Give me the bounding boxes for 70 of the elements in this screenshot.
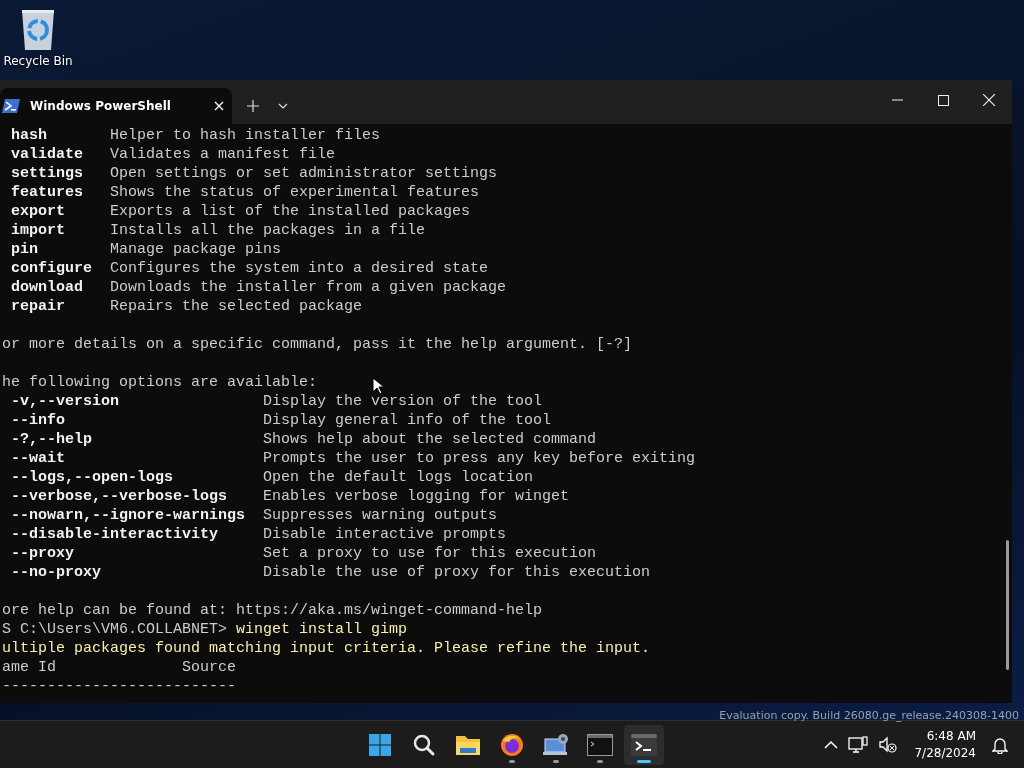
maximize-icon <box>937 94 949 106</box>
terminal-tab[interactable]: Windows PowerShell <box>0 88 232 124</box>
command-name: import <box>11 221 66 240</box>
command-name: features <box>11 183 84 202</box>
close-icon[interactable] <box>214 101 224 111</box>
command-name: pin <box>11 240 39 259</box>
command-description: Manage package pins <box>110 241 282 258</box>
plus-icon <box>247 100 259 112</box>
option-name: --info <box>11 411 66 430</box>
option-name: --wait <box>11 449 66 468</box>
command-description: Shows the status of experimental features <box>110 184 480 201</box>
command-description: Validates a manifest file <box>110 146 336 163</box>
command-name: settings <box>11 164 84 183</box>
taskbar-app-button[interactable] <box>624 724 664 765</box>
option-name: --no-proxy <box>11 563 102 582</box>
minimize-icon <box>891 99 903 101</box>
table-rule: -------------------------- <box>2 678 237 695</box>
chevron-down-icon <box>278 103 288 109</box>
mouse-cursor-icon <box>372 377 384 395</box>
prompt-path: S C:\Users\VM6.COLLABNET> <box>2 621 228 638</box>
option-name: --nowarn,--ignore-warnings <box>11 506 247 525</box>
command-description: Repairs the selected package <box>110 298 363 315</box>
option-name: -?,--help <box>11 430 93 449</box>
command-description: Downloads the installer from a given package <box>110 279 507 296</box>
table-header: ame Id Source <box>2 659 237 676</box>
option-description: Suppresses warning outputs <box>263 507 498 524</box>
scrollbar-thumb[interactable] <box>1005 540 1009 670</box>
command-name: configure <box>11 259 93 278</box>
option-description: Set a proxy to use for this execution <box>263 545 597 562</box>
option-description: Display the version of the tool <box>263 393 543 410</box>
browser-icon <box>500 732 524 757</box>
help-note: or more details on a specific command, pass it the help argument. [-?] <box>2 336 633 353</box>
option-description: Enables verbose logging for winget <box>263 488 570 505</box>
command-name: download <box>11 278 84 297</box>
options-heading: he following options are available: <box>2 374 318 391</box>
clock[interactable]: 6:48 AM 7/28/2024 <box>912 725 978 764</box>
option-name: -v,--version <box>11 392 121 411</box>
option-description: Open the default logs location <box>263 469 534 486</box>
command-description: Helper to hash installer files <box>110 127 381 144</box>
command-description: Open settings or set administrator settings <box>110 165 498 182</box>
help-link-line: ore help can be found at: https://aka.ms/winget-command-help <box>2 602 543 619</box>
command-description: Exports a list of the installed packages <box>110 203 471 220</box>
powershell-icon <box>2 99 20 113</box>
network-icon[interactable] <box>846 733 871 756</box>
command-description: Configures the system into a desired state <box>110 260 489 277</box>
typed-command: winget install gimp <box>236 621 408 638</box>
close-icon <box>983 94 995 106</box>
recycle-bin-icon[interactable] <box>19 8 57 50</box>
command-name: export <box>11 202 66 221</box>
command-name: validate <box>11 145 84 164</box>
option-name: --disable-interactivity <box>11 525 220 544</box>
command-name: hash <box>11 126 48 145</box>
option-description: Display general info of the tool <box>263 412 552 429</box>
desktop-icon-label[interactable]: Recycle Bin <box>3 54 73 68</box>
control-panel-icon <box>543 732 569 757</box>
option-name: --logs,--open-logs <box>11 468 175 487</box>
search-icon <box>412 732 436 757</box>
windows-logo-icon <box>368 732 392 757</box>
terminal-icon <box>631 733 657 756</box>
option-name: --verbose,--verbose-logs <box>11 487 229 506</box>
option-name: --proxy <box>11 544 75 563</box>
warning-message: ultiple packages found matching input criteria. Please refine the input. <box>2 640 651 657</box>
option-description: Disable interactive prompts <box>263 526 507 543</box>
option-description: Prompts the user to press any key before exiting <box>263 450 696 467</box>
evaluation-watermark: Evaluation copy. Build 26080.ge_release.240308-1400 <box>719 709 1019 722</box>
option-description: Shows help about the selected command <box>263 431 597 448</box>
option-description: Disable the use of proxy for this execution <box>263 564 651 581</box>
command-name: repair <box>11 297 66 316</box>
console-window-icon <box>587 733 613 756</box>
command-description: Installs all the packages in a file <box>110 222 426 239</box>
